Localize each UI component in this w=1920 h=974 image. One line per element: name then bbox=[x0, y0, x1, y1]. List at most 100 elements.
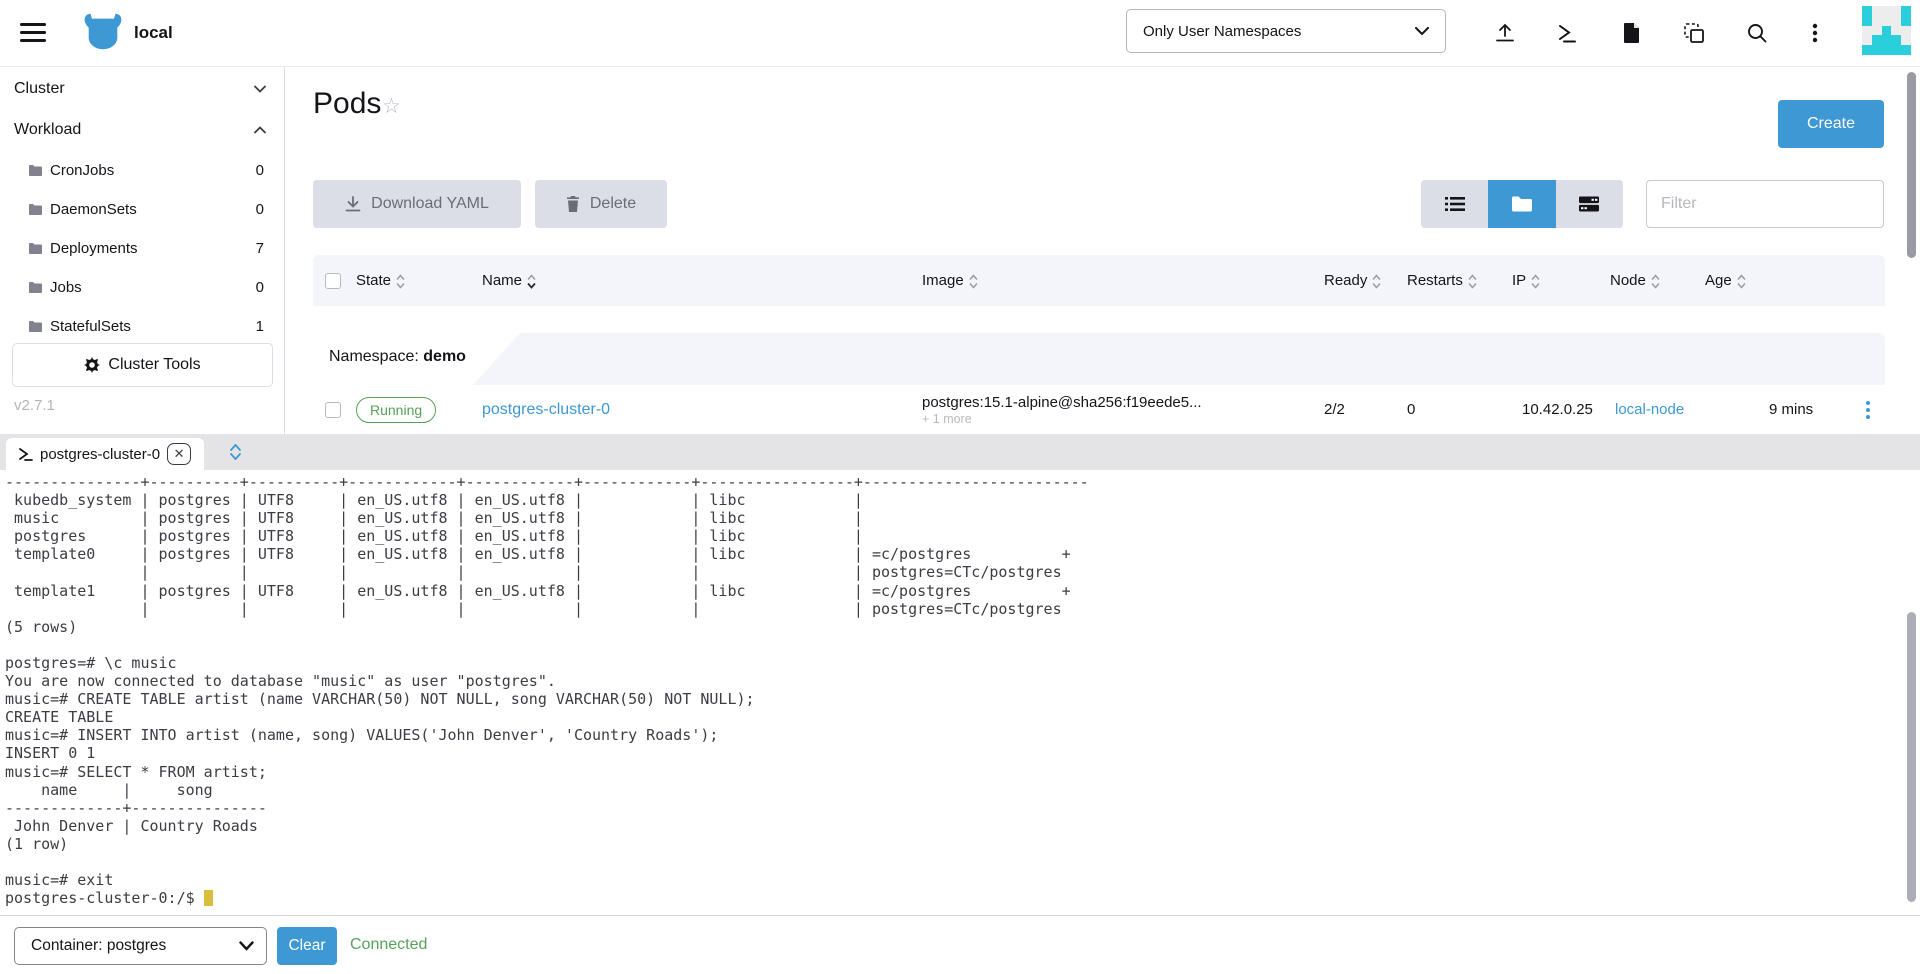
ip-cell: 10.42.0.25 bbox=[1522, 385, 1593, 434]
download-icon bbox=[345, 196, 361, 213]
terminal-prompt-icon bbox=[18, 447, 33, 461]
sort-icon bbox=[1737, 274, 1746, 289]
row-checkbox-cell bbox=[325, 385, 341, 434]
top-header: local Only User Namespaces bbox=[0, 0, 1920, 67]
cluster-tools-label: Cluster Tools bbox=[108, 356, 200, 374]
sidebar-section-workload[interactable]: Workload bbox=[0, 113, 284, 147]
pods-table: State Name Image Ready Restarts bbox=[313, 255, 1885, 434]
create-button[interactable]: Create bbox=[1778, 100, 1884, 148]
container-select-value: Container: postgres bbox=[31, 937, 239, 955]
folder-icon bbox=[28, 164, 42, 176]
sort-icon bbox=[1468, 274, 1477, 289]
sort-icon bbox=[969, 274, 978, 289]
download-yaml-label: Download YAML bbox=[371, 195, 489, 213]
table-header-row: State Name Image Ready Restarts bbox=[313, 255, 1885, 306]
image-name: postgres:15.1-alpine@sha256:f19eede5... bbox=[922, 394, 1202, 411]
import-yaml-icon[interactable] bbox=[1676, 15, 1712, 51]
rancher-version: v2.7.1 bbox=[14, 397, 55, 414]
sort-icon bbox=[1531, 274, 1540, 289]
kubectl-shell-icon[interactable] bbox=[1549, 15, 1585, 51]
cluster-tools-button[interactable]: Cluster Tools bbox=[12, 343, 273, 387]
kebab-menu-icon[interactable] bbox=[1797, 15, 1833, 51]
view-flat-button[interactable] bbox=[1556, 180, 1623, 228]
column-header-ready[interactable]: Ready bbox=[1324, 255, 1381, 306]
sidebar-item-count: 0 bbox=[256, 162, 264, 179]
rancher-app: local Only User Namespaces bbox=[0, 0, 1920, 974]
sidebar-item-label: CronJobs bbox=[50, 162, 256, 179]
row-kebab-menu-icon[interactable] bbox=[1866, 401, 1870, 419]
panel-resize-icon[interactable] bbox=[222, 438, 248, 466]
sidebar-item-daemonsets[interactable]: DaemonSets 0 bbox=[0, 192, 284, 226]
sidebar-item-label: Deployments bbox=[50, 240, 256, 257]
namespace-group-label: Namespace: demo bbox=[329, 348, 466, 366]
terminal-output[interactable]: ---------------+----------+----------+--… bbox=[0, 470, 1920, 915]
container-select[interactable]: Container: postgres bbox=[14, 927, 267, 965]
state-cell: Running bbox=[356, 385, 436, 434]
sidebar-nav: Cluster Workload CronJobs 0 DaemonSets 0… bbox=[0, 67, 285, 434]
clear-button[interactable]: Clear bbox=[277, 927, 337, 965]
select-all-checkbox[interactable] bbox=[325, 273, 341, 289]
sort-icon bbox=[396, 274, 405, 289]
sort-icon bbox=[1651, 274, 1660, 289]
shell-tab[interactable]: postgres-cluster-0 ✕ bbox=[6, 438, 204, 470]
column-header-name[interactable]: Name bbox=[482, 255, 536, 306]
namespace-group-band bbox=[473, 333, 1885, 385]
sidebar-section-label: Workload bbox=[14, 121, 254, 139]
sidebar-item-deployments[interactable]: Deployments 7 bbox=[0, 231, 284, 265]
column-header-restarts[interactable]: Restarts bbox=[1407, 255, 1477, 306]
close-tab-icon[interactable]: ✕ bbox=[167, 443, 191, 465]
column-header-state[interactable]: State bbox=[356, 255, 405, 306]
view-grouped-button[interactable] bbox=[1488, 180, 1555, 228]
row-actions-cell bbox=[1866, 385, 1870, 434]
image-more: + 1 more bbox=[922, 412, 972, 426]
search-icon[interactable] bbox=[1739, 15, 1775, 51]
shell-footer-bar: Container: postgres Clear Connected bbox=[0, 915, 1920, 974]
hamburger-menu-icon[interactable] bbox=[20, 23, 46, 43]
download-yaml-button[interactable]: Download YAML bbox=[313, 180, 521, 228]
sidebar-section-label: Cluster bbox=[14, 80, 254, 98]
cluster-name[interactable]: local bbox=[134, 23, 173, 43]
sidebar-item-jobs[interactable]: Jobs 0 bbox=[0, 270, 284, 304]
avatar[interactable] bbox=[1862, 6, 1911, 55]
shell-tab-label: postgres-cluster-0 bbox=[40, 446, 160, 463]
page-scrollbar[interactable] bbox=[1907, 72, 1916, 258]
chevron-up-icon bbox=[254, 126, 266, 134]
sidebar-item-label: Jobs bbox=[50, 279, 256, 296]
namespace-filter-value: Only User Namespaces bbox=[1143, 23, 1415, 40]
delete-button[interactable]: Delete bbox=[535, 180, 667, 228]
row-checkbox[interactable] bbox=[325, 402, 341, 418]
gear-icon bbox=[84, 357, 100, 373]
column-header-age[interactable]: Age bbox=[1705, 255, 1746, 306]
delete-label: Delete bbox=[590, 195, 636, 213]
shell-tab-bar: postgres-cluster-0 ✕ bbox=[0, 434, 1920, 470]
namespace-filter-select[interactable]: Only User Namespaces bbox=[1126, 9, 1446, 53]
node-link[interactable]: local-node bbox=[1615, 401, 1684, 418]
upload-icon[interactable] bbox=[1487, 15, 1523, 51]
table-row[interactable]: Running postgres-cluster-0 postgres:15.1… bbox=[313, 385, 1885, 434]
rancher-logo-icon[interactable] bbox=[82, 12, 124, 54]
column-header-node[interactable]: Node bbox=[1610, 255, 1660, 306]
connection-status: Connected bbox=[350, 936, 427, 954]
folder-icon bbox=[28, 242, 42, 254]
sidebar-item-count: 1 bbox=[256, 318, 264, 335]
sidebar-item-cronjobs[interactable]: CronJobs 0 bbox=[0, 153, 284, 187]
folder-icon bbox=[28, 320, 42, 332]
sort-icon-active bbox=[527, 274, 536, 289]
node-cell: local-node bbox=[1615, 385, 1684, 434]
sidebar-section-cluster[interactable]: Cluster bbox=[0, 72, 284, 106]
column-header-ip[interactable]: IP bbox=[1512, 255, 1540, 306]
file-icon[interactable] bbox=[1614, 15, 1650, 51]
shell-panel: postgres-cluster-0 ✕ ---------------+---… bbox=[0, 434, 1920, 915]
filter-input[interactable] bbox=[1646, 180, 1884, 228]
ready-cell: 2/2 bbox=[1324, 385, 1345, 434]
sidebar-item-count: 0 bbox=[256, 279, 264, 296]
view-list-button[interactable] bbox=[1421, 180, 1488, 228]
pods-page: Pods ☆ Create Download YAML Delete bbox=[285, 67, 1920, 434]
pod-name-link[interactable]: postgres-cluster-0 bbox=[482, 401, 610, 419]
favorite-star-icon[interactable]: ☆ bbox=[382, 94, 401, 119]
column-header-image[interactable]: Image bbox=[922, 255, 978, 306]
terminal-cursor bbox=[204, 890, 213, 906]
terminal-scrollbar[interactable] bbox=[1907, 612, 1916, 902]
sidebar-item-statefulsets[interactable]: StatefulSets 1 bbox=[0, 309, 284, 343]
chevron-down-icon bbox=[254, 85, 266, 93]
